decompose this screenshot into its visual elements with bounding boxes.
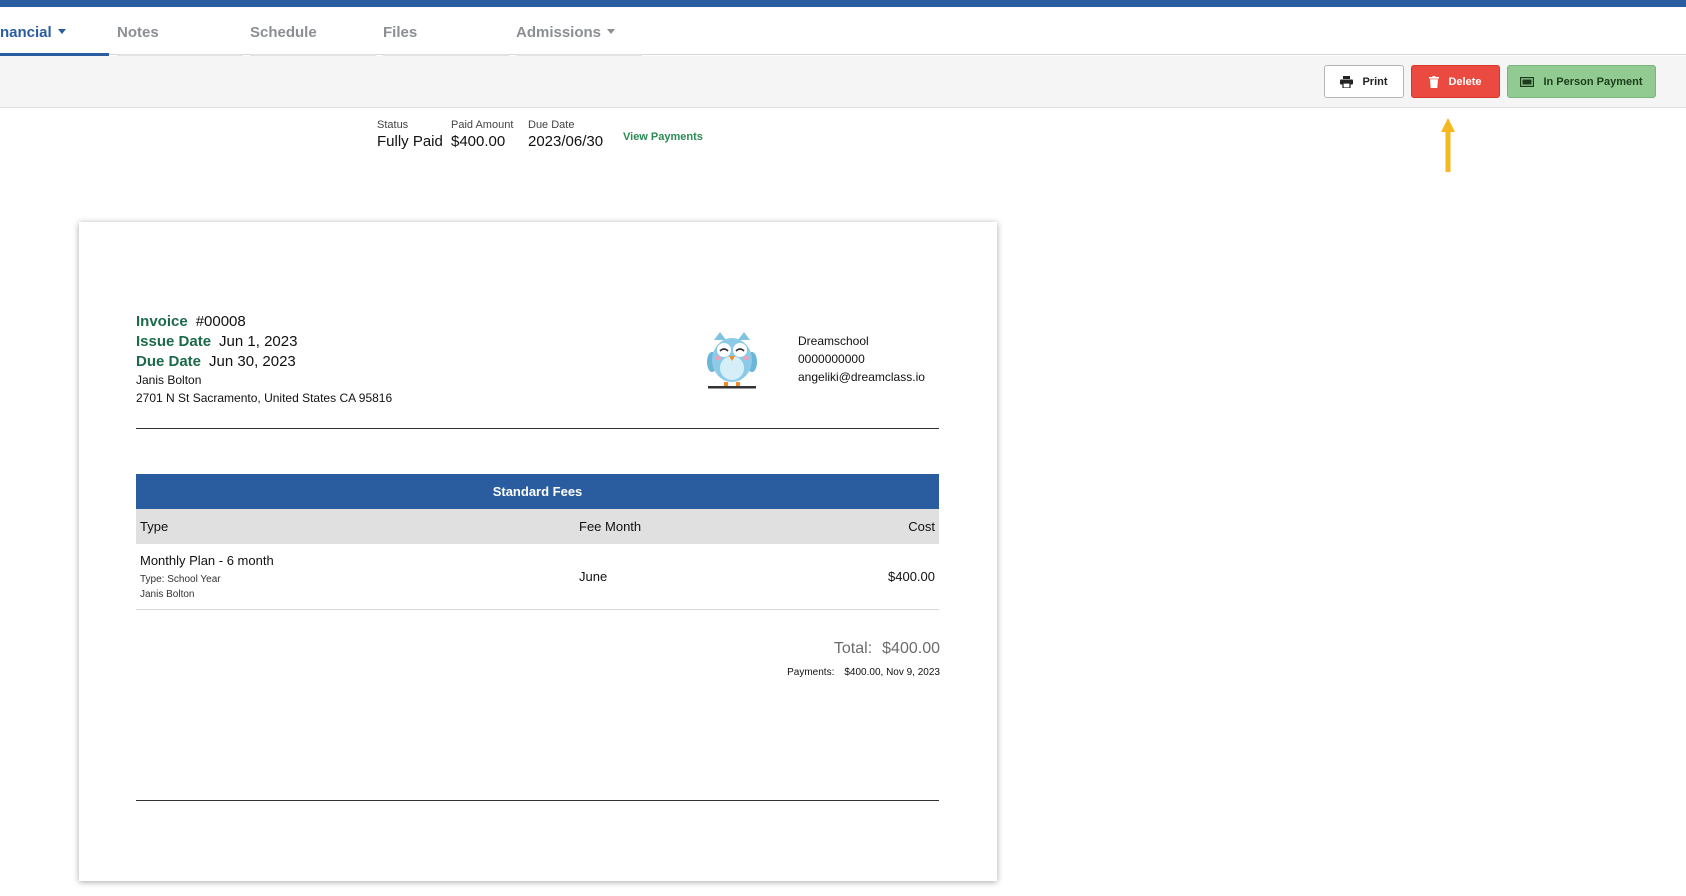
tab-label: Admissions [516, 24, 602, 41]
tab-label: nancial [0, 24, 52, 41]
fees-table-header: Type Fee Month Cost [136, 509, 939, 544]
invoice-document: Invoice #00008 Issue Date Jun 1, 2023 Due … [79, 222, 997, 881]
invoice-number: Invoice #00008 [136, 313, 246, 330]
total-amount: $400.00 [882, 640, 940, 657]
tab-admissions[interactable]: Admissions [516, 7, 642, 56]
fee-month: June [579, 569, 608, 584]
print-label: Print [1362, 75, 1388, 88]
action-toolbar: Print Delete In Person Payment [0, 56, 1686, 108]
tab-files[interactable]: Files [383, 7, 509, 56]
column-type: Type [140, 519, 169, 534]
fees-table: Standard Fees Type Fee Month Cost Monthl… [136, 474, 939, 610]
due-date-value: 2023/06/30 [528, 133, 604, 150]
school-email: angeliki@dreamclass.io [798, 370, 925, 384]
cash-icon [1520, 76, 1535, 87]
column-fee-month: Fee Month [579, 519, 642, 534]
payments-label: Payments: [787, 667, 835, 678]
school-phone: 0000000000 [798, 352, 865, 366]
table-row: Monthly Plan - 6 month Type: School Year… [136, 544, 939, 610]
tab-schedule[interactable]: Schedule [250, 7, 376, 56]
due-date-summary: Due Date 2023/06/30 [528, 119, 603, 150]
column-cost: Cost [908, 519, 935, 534]
status-summary: Status Fully Paid [377, 119, 443, 150]
caret-down-icon [607, 29, 616, 34]
print-button[interactable]: Print [1324, 65, 1404, 98]
view-payments-link[interactable]: View Payments [623, 131, 703, 143]
school-name: Dreamschool [798, 334, 869, 348]
due-date: Due Date Jun 30, 2023 [136, 353, 296, 370]
status-value: Fully Paid [377, 133, 443, 150]
caret-down-icon [57, 29, 66, 34]
printer-icon [1340, 75, 1354, 88]
payment-label: In Person Payment [1543, 75, 1643, 88]
up-arrow-icon [1441, 118, 1455, 172]
trash-icon [1429, 75, 1440, 88]
tab-financial[interactable]: nancial [0, 7, 109, 56]
tab-label: Files [383, 24, 418, 41]
tab-label: Notes [117, 24, 159, 41]
issue-date: Issue Date Jun 1, 2023 [136, 333, 298, 350]
tab-label: Schedule [250, 24, 317, 41]
fee-sub-type: Type: School Year [140, 574, 221, 585]
paid-amount-summary: Paid Amount $400.00 [451, 119, 513, 150]
delete-button[interactable]: Delete [1411, 65, 1500, 98]
divider [136, 428, 939, 429]
top-accent-bar [0, 0, 1686, 7]
fees-table-title: Standard Fees [136, 474, 939, 509]
payments-value: $400.00, Nov 9, 2023 [844, 667, 940, 678]
due-date-label: Due Date [528, 119, 575, 131]
paid-amount-value: $400.00 [451, 133, 506, 150]
invoice-meta: Invoice #00008 Issue Date Jun 1, 2023 Due … [136, 313, 392, 409]
paid-amount-label: Paid Amount [451, 119, 514, 131]
invoice-payments: Payments: $400.00, Nov 9, 2023 [787, 667, 940, 678]
tab-notes[interactable]: Notes [117, 7, 243, 56]
delete-label: Delete [1448, 75, 1482, 88]
customer-address: 2701 N St Sacramento, United States CA 9… [136, 391, 393, 405]
in-person-payment-button[interactable]: In Person Payment [1507, 65, 1656, 98]
fee-type: Monthly Plan - 6 month [140, 553, 274, 568]
fee-cost: $400.00 [888, 569, 935, 584]
customer-name: Janis Bolton [136, 373, 202, 387]
school-info: Dreamschool 0000000000 angeliki@dreamcla… [798, 334, 925, 388]
status-label: Status [377, 119, 409, 131]
divider [136, 800, 939, 801]
tab-bar: nancial Notes Schedule Files Admissions [0, 7, 1686, 56]
school-logo-owl-icon [707, 332, 757, 389]
total-label: Total: [833, 640, 873, 657]
invoice-total: Total: $400.00 [834, 640, 940, 658]
fee-student: Janis Bolton [140, 589, 195, 600]
